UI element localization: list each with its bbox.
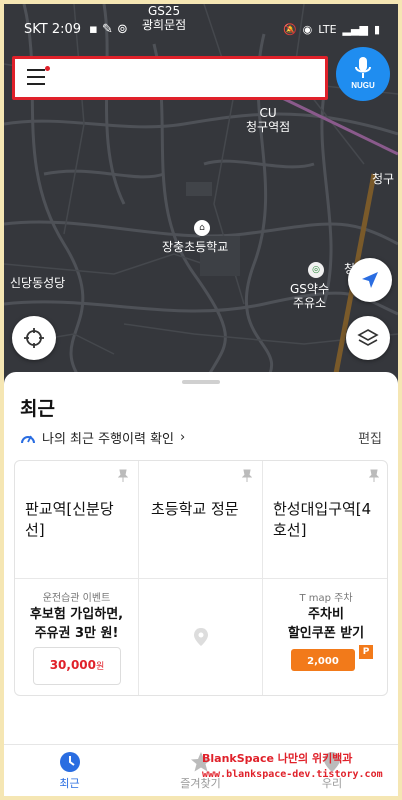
navigation-arrow-icon	[362, 272, 378, 288]
place-name: 초등학교 정문	[151, 500, 239, 518]
recent-title: 최근	[20, 398, 55, 420]
pin-icon[interactable]	[118, 469, 128, 483]
promo-title: 후보험 가입하면, 주유권 3만 원!	[29, 607, 124, 641]
coupon-unit: 원	[96, 662, 105, 672]
current-location-button[interactable]	[348, 258, 392, 302]
watermark-line1: BlankSpace 나만의 위키백과	[202, 752, 353, 765]
recent-bottom-sheet: 최근 나의 최근 주행이력 확인 › 편집 판교역[신분당선] 초등학교 정문 …	[4, 372, 398, 796]
clock-icon	[59, 752, 80, 772]
recent-place-card[interactable]: 한성대입구역[4호선]	[263, 461, 387, 579]
microphone-icon	[355, 57, 371, 78]
promo-subtitle: T map 주차	[299, 593, 353, 604]
parking-coupon-image: 2,000	[291, 649, 355, 671]
coupon-value: 30,000	[49, 658, 97, 672]
sheet-drag-handle[interactable]	[182, 380, 220, 384]
parking-promo-card[interactable]: T map 주차 주차비 할인쿠폰 받기 2,000 P	[263, 579, 387, 695]
recent-cards-grid: 판교역[신분당선] 초등학교 정문 한성대입구역[4호선] 운전습관 이벤트 후…	[14, 460, 388, 696]
parking-p-icon: P	[359, 645, 373, 659]
signal-icon: ▂▄▆	[342, 22, 368, 36]
notification-icon: ▪ ✎ ⊚	[89, 21, 128, 37]
nugu-label: NUGU	[351, 81, 375, 90]
nugu-voice-button[interactable]: NUGU	[336, 47, 390, 101]
fuel-coupon-image: 30,000원	[33, 647, 121, 685]
school-poi-icon[interactable]: ⌂	[194, 220, 210, 236]
promo-subtitle: 운전습관 이벤트	[42, 593, 111, 604]
carrier-time: SKT 2:09	[24, 21, 82, 37]
tab-recent[interactable]: 최근	[4, 745, 135, 796]
status-bar: SKT 2:09 ▪ ✎ ⊚ 🔕 ◉ LTE ▂▄▆ ▮	[4, 4, 398, 42]
place-name: 판교역[신분당선]	[25, 500, 114, 539]
place-name: 한성대입구역[4호선]	[273, 500, 372, 539]
promo-title: 주차비 할인쿠폰 받기	[287, 607, 365, 641]
notification-dot	[45, 66, 50, 71]
search-bar[interactable]	[12, 56, 328, 100]
crosshair-icon	[24, 328, 44, 348]
map-label-gs-station: GS약수 주유소	[290, 282, 329, 310]
gas-station-poi-icon[interactable]: ◎	[308, 262, 324, 278]
location-status-icon: ◉	[302, 22, 313, 36]
edit-button[interactable]: 편집	[358, 428, 382, 447]
location-placeholder-icon	[194, 628, 208, 646]
map-label-church: 신당동성당	[10, 276, 66, 290]
map-label-cu: CU 청구역점	[246, 106, 291, 134]
map-label-right-edge: 청구	[372, 172, 395, 186]
empty-promo-card	[139, 579, 263, 695]
history-link-label: 나의 최근 주행이력 확인	[42, 432, 174, 447]
layers-icon	[357, 329, 379, 346]
insurance-promo-card[interactable]: 운전습관 이벤트 후보험 가입하면, 주유권 3만 원! 30,000원	[15, 579, 139, 695]
gps-target-button[interactable]	[12, 316, 56, 360]
map-view[interactable]: SKT 2:09 ▪ ✎ ⊚ 🔕 ◉ LTE ▂▄▆ ▮ GS25 광희문점 N…	[4, 4, 398, 384]
app-window: SKT 2:09 ▪ ✎ ⊚ 🔕 ◉ LTE ▂▄▆ ▮ GS25 광희문점 N…	[4, 4, 398, 796]
map-label-gs25: GS25 광희문점	[142, 4, 187, 32]
battery-icon: ▮	[373, 22, 380, 36]
bottom-navigation: 최근 즐겨찾기 우리 BlankSpace 나만의 위키백과 www.blank…	[4, 744, 398, 796]
tab-label: 최근	[59, 777, 80, 790]
map-layers-button[interactable]	[346, 316, 390, 360]
watermark: BlankSpace 나만의 위키백과 www.blankspace-dev.t…	[202, 751, 383, 783]
recent-place-card[interactable]: 판교역[신분당선]	[15, 461, 139, 579]
mute-icon: 🔕	[282, 22, 297, 36]
speedometer-icon	[21, 435, 35, 443]
parking-coupon-value: 2,000	[307, 656, 339, 667]
map-label-school: 장충초등학교	[162, 240, 229, 254]
recent-place-card[interactable]: 초등학교 정문	[139, 461, 263, 579]
chevron-right-icon: ›	[180, 430, 186, 445]
pin-icon[interactable]	[242, 469, 252, 483]
pin-icon[interactable]	[369, 469, 379, 483]
hamburger-menu-icon[interactable]	[27, 69, 47, 85]
driving-history-link[interactable]: 나의 최근 주행이력 확인 ›	[20, 428, 185, 447]
watermark-line2: www.blankspace-dev.tistory.com	[202, 769, 383, 780]
network-label: LTE	[318, 22, 337, 36]
